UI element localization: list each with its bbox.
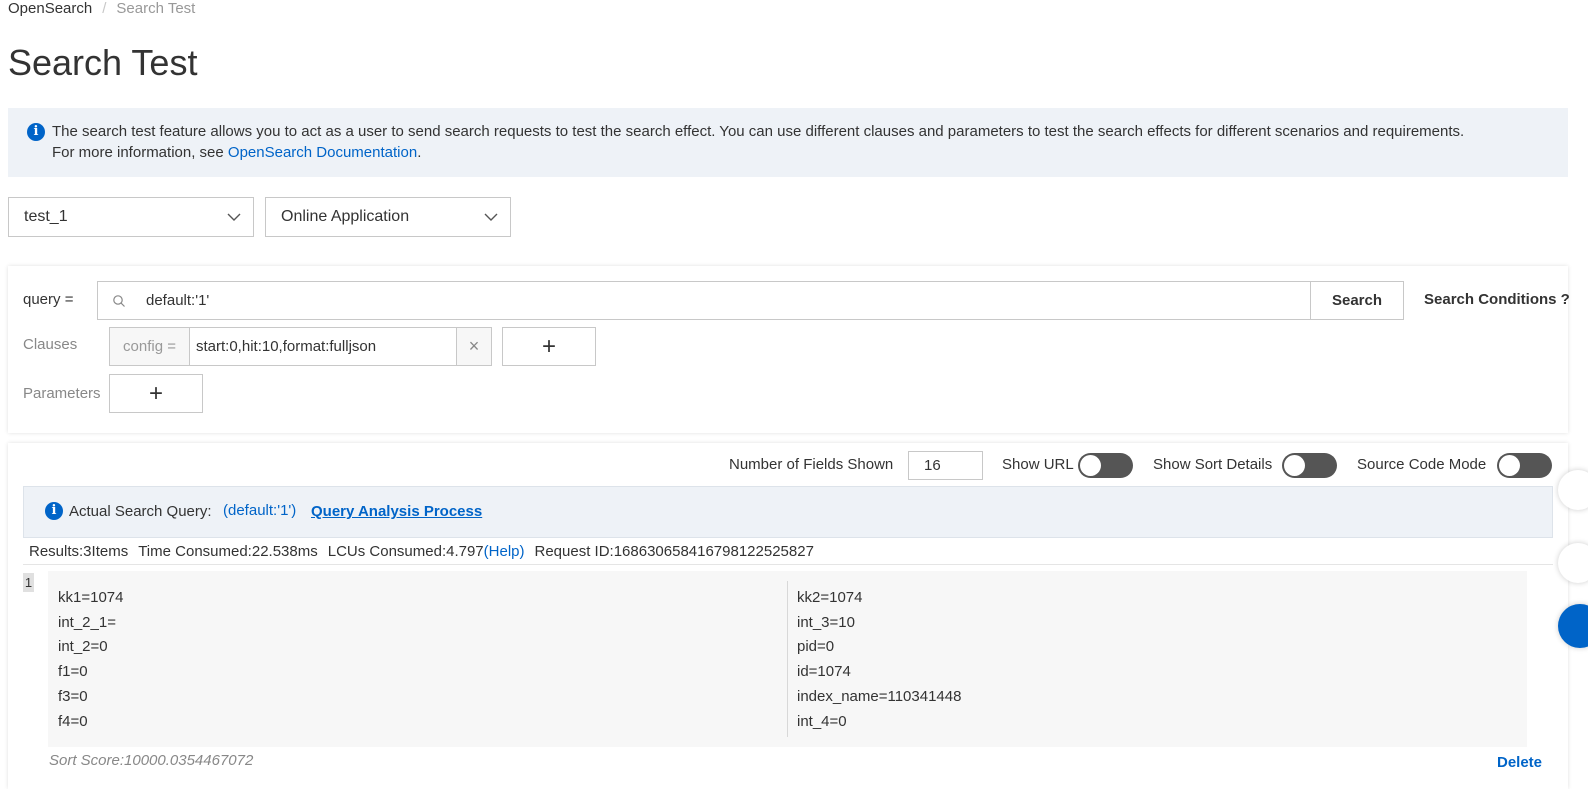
show-url-toggle[interactable]	[1078, 453, 1133, 478]
source-mode-label: Source Code Mode	[1357, 456, 1487, 473]
result-document: kk1=1074 int_2_1= int_2=0 f1=0 f3=0 f4=0…	[48, 571, 1527, 747]
query-panel: query = default:'1' Search Search Condit…	[8, 266, 1570, 433]
column-divider	[787, 581, 788, 737]
result-index: 1	[23, 573, 34, 592]
actual-query-label: Actual Search Query:	[69, 503, 212, 520]
source-mode-toggle[interactable]	[1497, 453, 1552, 478]
result-right-fields: kk2=1074 int_3=10 pid=0 id=1074 index_na…	[797, 586, 961, 734]
sort-score: Sort Score:10000.0354467072	[49, 752, 254, 769]
field-item: f4=0	[58, 712, 88, 730]
actual-query-value: (default:'1')	[223, 502, 297, 519]
divider	[23, 564, 1553, 565]
field-item: index_name=110341448	[797, 687, 962, 705]
field-item: f3=0	[58, 687, 88, 705]
query-analysis-link[interactable]: Query Analysis Process	[311, 503, 482, 520]
info-icon: i	[45, 502, 63, 520]
result-left-fields: kk1=1074 int_2_1= int_2=0 f1=0 f3=0 f4=0	[58, 586, 123, 734]
field-item: kk1=1074	[58, 589, 124, 606]
version-select[interactable]: Online Application	[265, 197, 511, 237]
show-sort-toggle[interactable]	[1282, 453, 1337, 478]
field-item: f1=0	[58, 663, 88, 681]
docs-link[interactable]: OpenSearch Documentation	[228, 144, 417, 161]
add-parameter-button[interactable]: +	[109, 374, 203, 413]
show-sort-label: Show Sort Details	[1153, 456, 1273, 473]
clauses-label: Clauses	[23, 336, 78, 353]
app-select[interactable]: test_1	[8, 197, 254, 237]
info-text-line1: The search test feature allows you to ac…	[52, 123, 1465, 140]
result-stats: Results:3Items Time Consumed:22.538ms LCUs…	[29, 543, 824, 560]
query-label: query =	[23, 291, 74, 308]
breadcrumb-root[interactable]: OpenSearch	[8, 0, 92, 18]
search-icon	[113, 294, 125, 307]
field-item: int_2_1=	[58, 613, 116, 631]
app-select-value: test_1	[24, 208, 68, 225]
page-title: Search Test	[8, 42, 198, 83]
info-text-prefix: For more information, see	[52, 144, 228, 161]
search-conditions-toggle[interactable]: Search Conditions ?	[1424, 291, 1570, 308]
query-input[interactable]: default:'1'	[97, 281, 1311, 320]
fields-shown-label: Number of Fields Shown	[729, 456, 894, 473]
actual-query-bar: i Actual Search Query: (default:'1') Que…	[23, 486, 1553, 538]
field-item: int_4=0	[797, 712, 847, 730]
clause-addon: config =	[110, 328, 190, 365]
breadcrumb-current: Search Test	[116, 0, 196, 17]
fields-shown-input[interactable]: 16	[908, 451, 983, 480]
info-icon: i	[27, 123, 45, 141]
info-text-suffix: .	[417, 144, 422, 161]
field-item: id=1074	[797, 663, 851, 681]
show-url-label: Show URL	[1002, 456, 1074, 473]
breadcrumb: OpenSearch / Search Test	[8, 0, 195, 18]
time-consumed: Time Consumed:22.538ms	[138, 543, 318, 560]
info-box: The search test feature allows you to ac…	[8, 108, 1568, 177]
chevron-down-icon	[484, 213, 498, 221]
field-item: kk2=1074	[797, 589, 863, 606]
lcu-consumed: LCUs Consumed:4.797	[327, 543, 484, 560]
results-count: Results:3Items	[29, 543, 129, 560]
field-item: pid=0	[797, 638, 835, 656]
field-item: int_3=10	[797, 613, 855, 631]
help-link[interactable]: (Help)	[484, 543, 525, 560]
add-clause-button[interactable]: +	[502, 327, 596, 366]
request-id: Request ID:168630658416798122525827	[534, 543, 814, 560]
results-panel: Number of Fields Shown 16 Show URL Show …	[8, 443, 1568, 789]
version-select-value: Online Application	[281, 208, 410, 225]
query-value: default:'1'	[146, 292, 210, 309]
parameters-label: Parameters	[23, 385, 101, 402]
info-text-line2: For more information, see OpenSearch Doc…	[52, 142, 1548, 163]
clause-config: config = start:0,hit:10,format:fulljson …	[109, 327, 492, 366]
close-icon[interactable]: ×	[457, 328, 491, 365]
chevron-down-icon	[227, 213, 241, 221]
search-button[interactable]: Search	[1310, 281, 1404, 320]
clause-config-input[interactable]: start:0,hit:10,format:fulljson	[190, 328, 457, 365]
field-item: int_2=0	[58, 638, 108, 656]
delete-button[interactable]: Delete	[1497, 754, 1542, 771]
breadcrumb-separator: /	[102, 0, 107, 17]
